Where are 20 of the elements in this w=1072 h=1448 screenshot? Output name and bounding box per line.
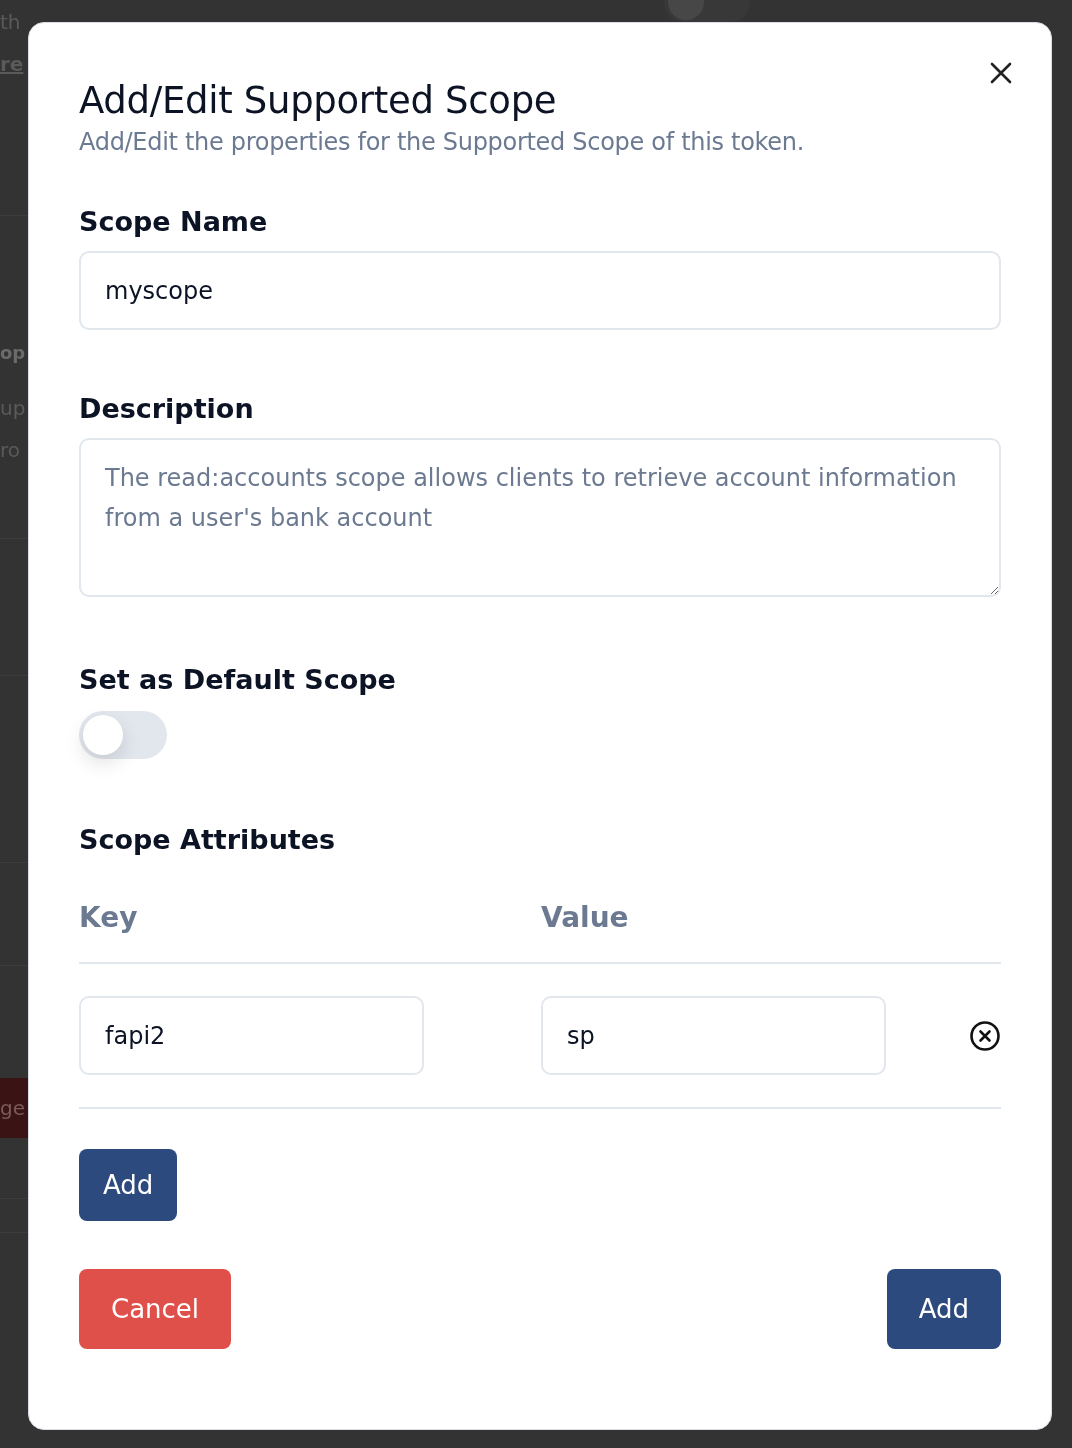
field-label: Scope Name	[79, 205, 269, 239]
column-header: Value	[541, 901, 630, 934]
value-field[interactable]: sp	[541, 996, 886, 1075]
field-label: Description	[79, 392, 255, 426]
cancel-button[interactable]: Cancel	[79, 1269, 232, 1349]
close-button[interactable]	[989, 61, 1013, 85]
text-area[interactable]: The read:accounts scope allows clients to retrieve account information from a user's bank account	[79, 438, 1001, 597]
dialog-subtitle: Add/Edit the properties for the Supported Scope of this token.	[79, 127, 805, 157]
close-circle-icon	[969, 1019, 1001, 1052]
key-field[interactable]: fapi2	[79, 996, 424, 1075]
section-title: Scope Attributes	[79, 823, 337, 857]
toggle-switch[interactable]	[79, 711, 167, 759]
add-button[interactable]: Add	[886, 1269, 1001, 1349]
field-label: Set as Default Scope	[79, 663, 397, 697]
remove-button[interactable]	[969, 1019, 1001, 1052]
column-header: Key	[79, 901, 139, 934]
add-button[interactable]: Add	[79, 1149, 178, 1221]
input-field[interactable]: myscope	[79, 251, 1001, 330]
close-icon	[989, 61, 1013, 85]
dialog-title: Add/Edit Supported Scope	[79, 78, 558, 124]
